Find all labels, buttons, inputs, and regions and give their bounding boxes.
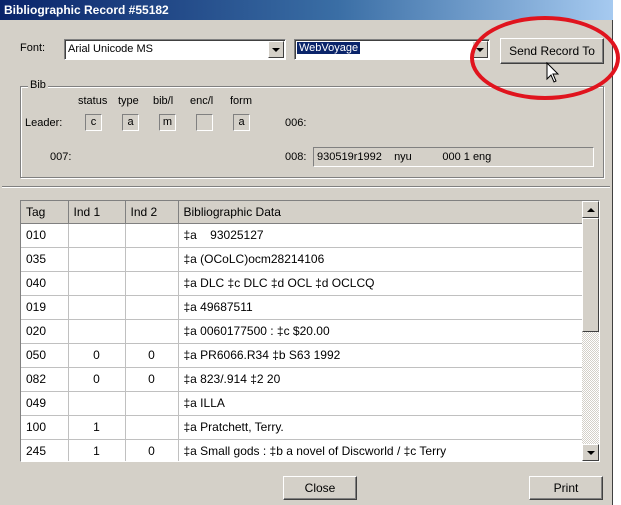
tag-cell: 019 <box>21 295 69 320</box>
ind1-cell: 0 <box>68 343 126 368</box>
bib-level-label: bib/l <box>153 95 174 107</box>
leader-type-field[interactable]: a <box>122 114 139 131</box>
bib-group-title: Bib <box>28 79 48 91</box>
table-row[interactable]: 019 ‡a 49687511 <box>21 295 584 320</box>
grid-vertical-scrollbar[interactable] <box>582 201 599 461</box>
ind2-cell <box>125 271 179 296</box>
ind1-cell <box>68 271 126 296</box>
field-008-box[interactable]: 930519r1992 nyu 000 1 eng <box>313 147 594 167</box>
table-row[interactable]: 040 ‡a DLC ‡c DLC ‡d OCL ‡d OCLCQ <box>21 271 584 296</box>
table-row[interactable]: 050 0 0 ‡a PR6066.R34 ‡b S63 1992 <box>21 343 584 368</box>
column-header-bibliographic-data[interactable]: Bibliographic Data <box>178 201 584 224</box>
data-cell: ‡a PR6066.R34 ‡b S63 1992 <box>178 343 584 368</box>
field-008-value: 930519r1992 nyu 000 1 eng <box>317 151 492 163</box>
column-header-tag[interactable]: Tag <box>21 201 69 224</box>
tag-cell: 040 <box>21 271 69 296</box>
tag-cell: 010 <box>21 223 69 248</box>
font-dropdown-button[interactable] <box>268 41 284 58</box>
ind1-cell <box>68 391 126 416</box>
chevron-down-icon <box>272 47 280 52</box>
data-cell: ‡a (OCoLC)ocm28214106 <box>178 247 584 272</box>
data-cell: ‡a ILLA <box>178 391 584 416</box>
table-row[interactable]: 035 ‡a (OCoLC)ocm28214106 <box>21 247 584 272</box>
chevron-down-icon <box>586 450 595 455</box>
tag-cell: 082 <box>21 367 69 392</box>
leader-enc-level-field[interactable] <box>196 114 213 131</box>
ind1-cell <box>68 223 126 248</box>
table-header-row: Tag Ind 1 Ind 2 Bibliographic Data <box>21 201 584 224</box>
close-button-label: Close <box>304 481 336 495</box>
table-row[interactable]: 010 ‡a 93025127 <box>21 223 584 248</box>
print-button[interactable]: Print <box>529 476 603 500</box>
ind2-cell <box>125 223 179 248</box>
bibliographic-record-window: Bibliographic Record #55182 Font: Arial … <box>0 0 613 505</box>
data-cell: ‡a 93025127 <box>178 223 584 248</box>
tag-cell: 100 <box>21 415 69 440</box>
column-header-ind1[interactable]: Ind 1 <box>68 201 126 224</box>
leader-status-field[interactable]: c <box>85 114 102 131</box>
print-button-label: Print <box>553 481 579 495</box>
field-008-label: 008: <box>285 151 307 163</box>
field-006-label: 006: <box>285 117 307 129</box>
ind2-cell <box>125 415 179 440</box>
ind1-cell <box>68 247 126 272</box>
send-record-to-button[interactable]: Send Record To <box>500 38 604 64</box>
scroll-down-button[interactable] <box>582 444 599 461</box>
window-title: Bibliographic Record #55182 <box>0 0 613 20</box>
table-row[interactable]: 245 1 0 ‡a Small gods : ‡b a novel of Discw… <box>21 439 584 461</box>
chevron-down-icon <box>476 47 484 52</box>
ind2-cell <box>125 319 179 344</box>
ind2-cell <box>125 295 179 320</box>
table-row[interactable]: 082 0 0 ‡a 823/.914 ‡2 20 <box>21 367 584 392</box>
scroll-up-button[interactable] <box>582 201 599 218</box>
scroll-thumb[interactable] <box>582 218 599 332</box>
tag-cell: 020 <box>21 319 69 344</box>
chevron-up-icon <box>586 207 595 212</box>
ind2-cell <box>125 247 179 272</box>
data-cell: ‡a 49687511 <box>178 295 584 320</box>
ind1-cell: 1 <box>68 415 126 440</box>
tag-cell: 035 <box>21 247 69 272</box>
data-cell: ‡a Small gods : ‡b a novel of Discworld … <box>178 439 584 461</box>
table-row[interactable]: 020 ‡a 0060177500 : ‡c $20.00 <box>21 319 584 344</box>
data-cell: ‡a 0060177500 : ‡c $20.00 <box>178 319 584 344</box>
data-cell: ‡a Pratchett, Terry. <box>178 415 584 440</box>
tag-cell: 245 <box>21 439 69 461</box>
ind2-cell: 0 <box>125 367 179 392</box>
target-select[interactable]: WebVoyage <box>294 39 490 60</box>
marc-fields-table: Tag Ind 1 Ind 2 Bibliographic Data 010 ‡a… <box>21 201 584 461</box>
data-cell: ‡a 823/.914 ‡2 20 <box>178 367 584 392</box>
target-select-value: WebVoyage <box>295 41 362 55</box>
font-select-value: Arial Unicode MS <box>68 43 153 55</box>
target-dropdown-button[interactable] <box>472 41 488 58</box>
ind1-cell: 1 <box>68 439 126 461</box>
ind1-cell <box>68 295 126 320</box>
table-row[interactable]: 100 1 ‡a Pratchett, Terry. <box>21 415 584 440</box>
status-label: status <box>78 95 108 107</box>
ind1-cell <box>68 319 126 344</box>
tag-cell: 050 <box>21 343 69 368</box>
tag-cell: 049 <box>21 391 69 416</box>
ind2-cell: 0 <box>125 343 179 368</box>
leader-bib-level-field[interactable]: m <box>159 114 176 131</box>
table-row[interactable]: 049 ‡a ILLA <box>21 391 584 416</box>
font-select[interactable]: Arial Unicode MS <box>64 39 286 60</box>
leader-form-field[interactable]: a <box>233 114 250 131</box>
data-cell: ‡a DLC ‡c DLC ‡d OCL ‡d OCLCQ <box>178 271 584 296</box>
scroll-track[interactable] <box>582 332 599 444</box>
ind1-cell: 0 <box>68 367 126 392</box>
ind2-cell: 0 <box>125 439 179 461</box>
type-label: type <box>118 95 139 107</box>
leader-label: Leader: <box>25 117 63 129</box>
section-divider <box>2 186 610 188</box>
close-button[interactable]: Close <box>283 476 357 500</box>
font-label: Font: <box>20 42 46 54</box>
ind2-cell <box>125 391 179 416</box>
form-label: form <box>230 95 252 107</box>
enc-level-label: enc/l <box>190 95 214 107</box>
mouse-pointer-icon <box>546 62 560 83</box>
bibliographic-data-grid: Tag Ind 1 Ind 2 Bibliographic Data 010 ‡a… <box>20 200 600 462</box>
field-007-label: 007: <box>50 151 72 163</box>
column-header-ind2[interactable]: Ind 2 <box>125 201 179 224</box>
